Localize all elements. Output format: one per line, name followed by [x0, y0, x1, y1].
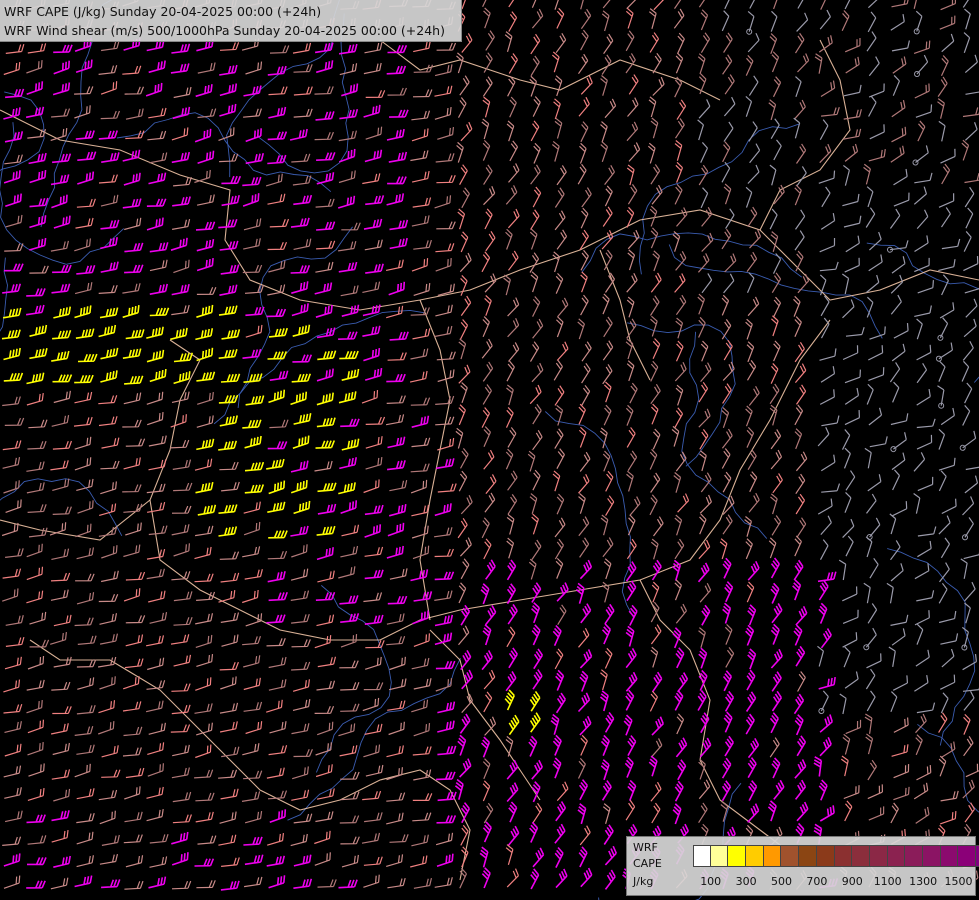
legend-swatch: [852, 846, 870, 866]
legend-swatch: [728, 846, 747, 866]
legend-swatch: [816, 846, 835, 866]
legend-tick-label: 900: [841, 875, 863, 888]
legend-swatch: [834, 846, 853, 866]
legend-swatch: [887, 846, 906, 866]
legend-swatch: [905, 846, 923, 866]
legend-label-cape: CAPE: [633, 857, 662, 870]
legend-tick-label: 700: [806, 875, 828, 888]
legend-swatch: [940, 846, 959, 866]
legend-tick-label: 300: [735, 875, 757, 888]
legend-swatch: [781, 846, 800, 866]
wind-barb-map: [0, 0, 979, 900]
legend-swatch: [763, 846, 782, 866]
legend-label-model: WRF: [633, 841, 658, 854]
wind-shear-title: WRF Wind shear (m/s) 500/1000hPa Sunday …: [4, 23, 445, 38]
cape-title: WRF CAPE (J/kg) Sunday 20-04-2025 00:00 …: [4, 4, 322, 19]
legend-swatch: [693, 846, 711, 866]
legend-tick-label: 1100: [873, 875, 902, 888]
legend-color-scale: [693, 845, 979, 867]
legend-swatch: [922, 846, 941, 866]
legend-swatch: [710, 846, 729, 866]
legend-swatch: [746, 846, 764, 866]
legend-tick-label: 1300: [909, 875, 938, 888]
map-title-box: WRF CAPE (J/kg) Sunday 20-04-2025 00:00 …: [0, 0, 462, 42]
legend-tick-label: 500: [771, 875, 792, 888]
cape-legend: WRF CAPE J/kg 100 300 500 700 900 1100 1300 150…: [626, 836, 979, 896]
legend-label-unit: J/kg: [633, 875, 654, 888]
legend-tick-label: 100: [700, 875, 722, 888]
legend-swatch: [799, 846, 817, 866]
legend-tick-label: 1500: [944, 875, 973, 888]
legend-swatch: [958, 846, 976, 866]
legend-swatch: [869, 846, 888, 866]
